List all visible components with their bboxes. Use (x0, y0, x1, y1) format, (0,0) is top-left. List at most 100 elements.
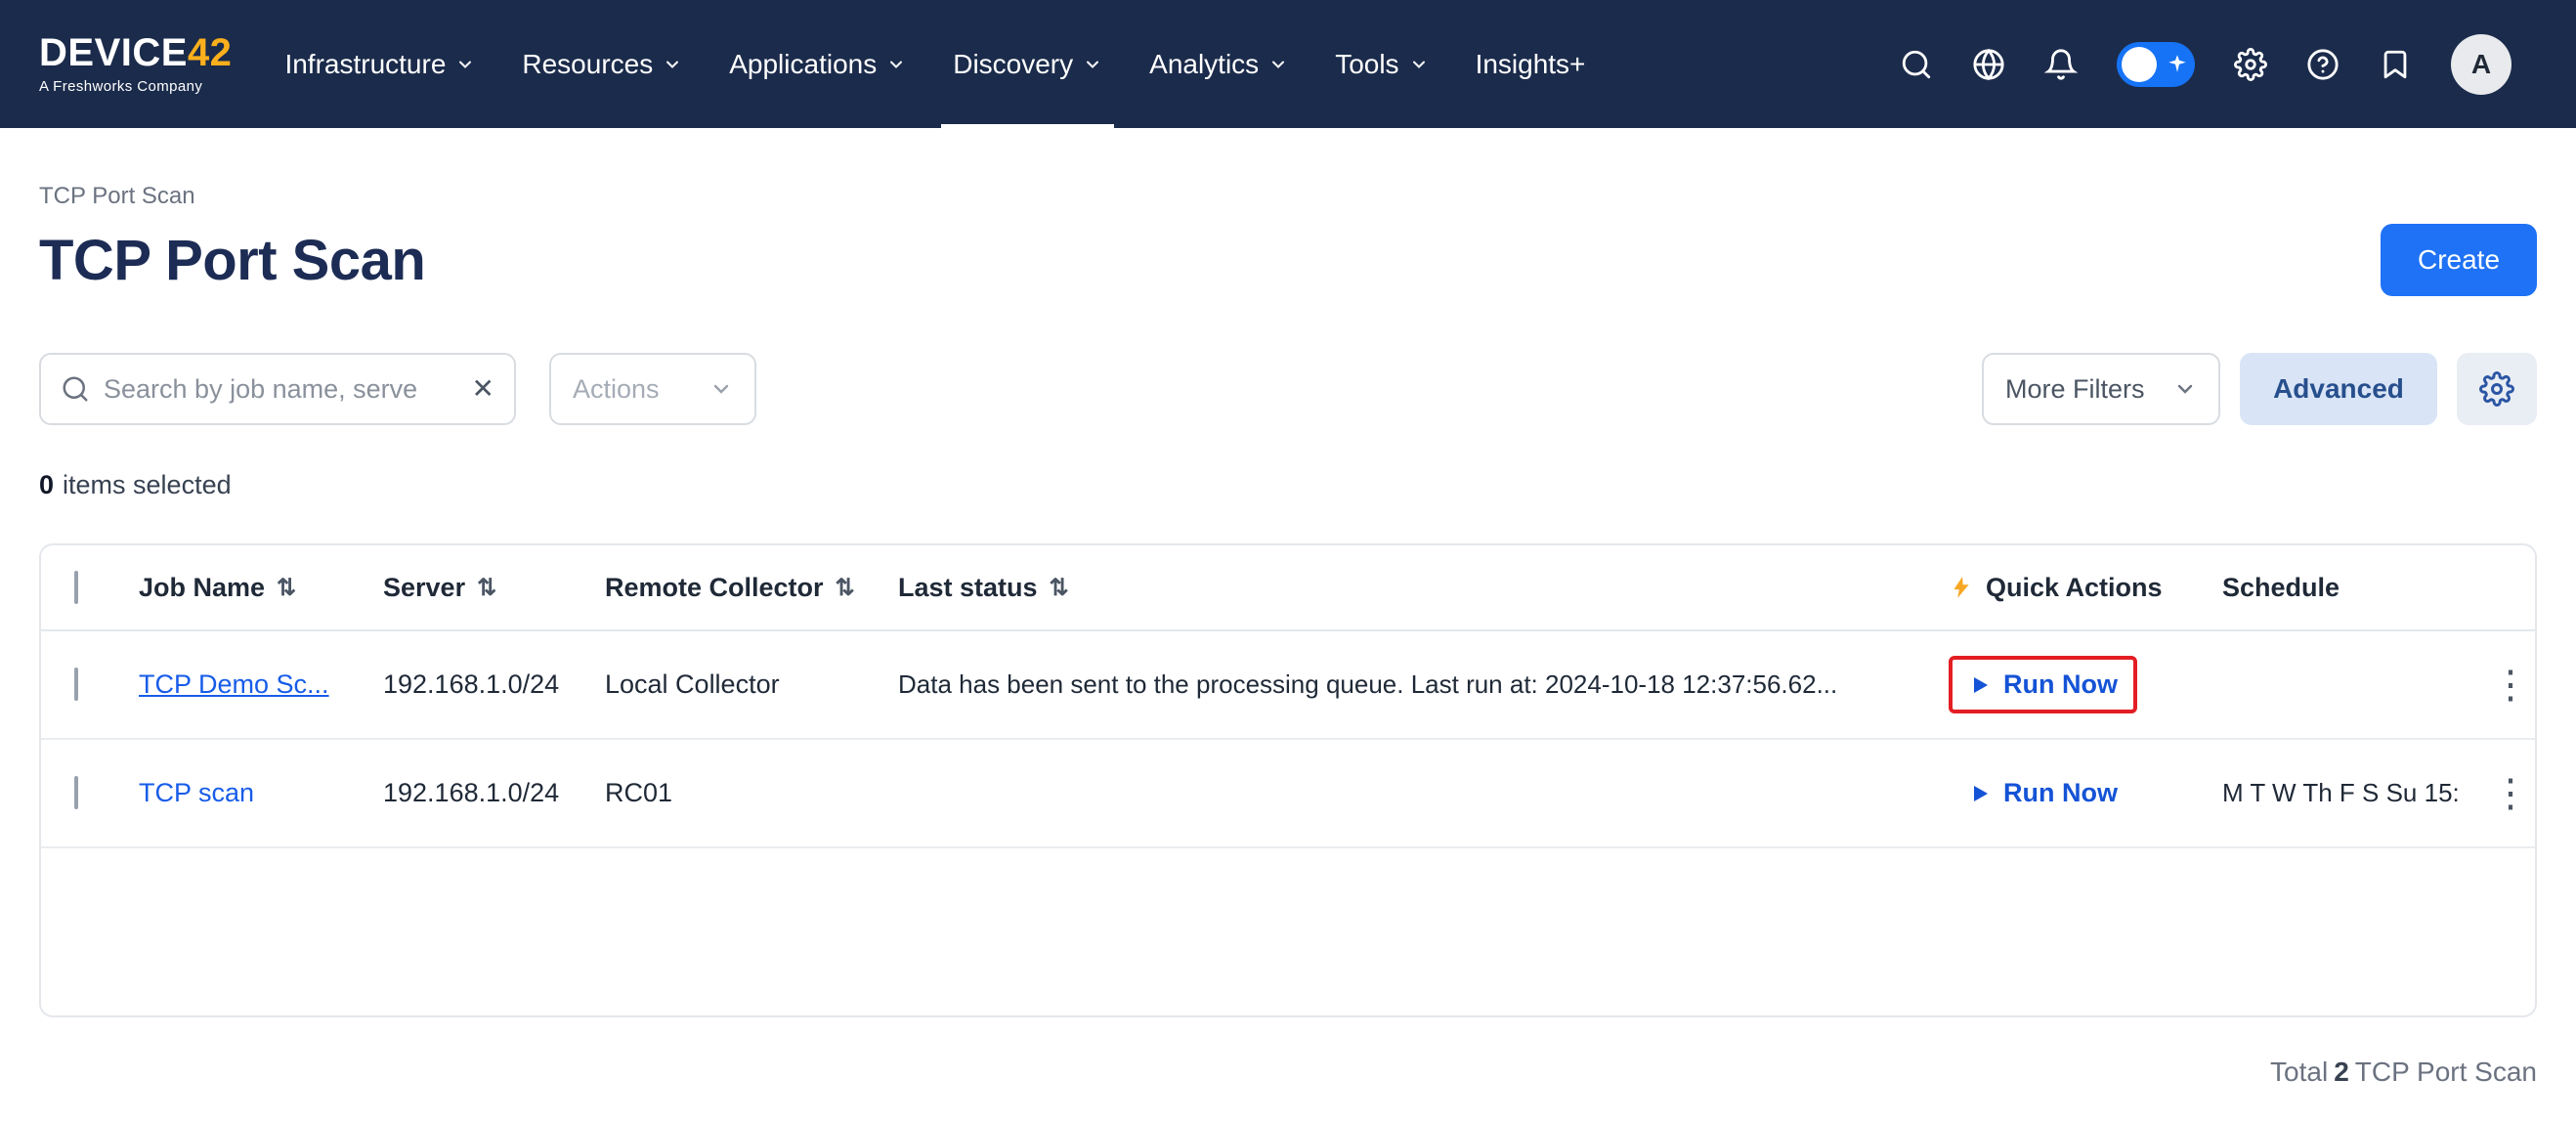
more-filters-dropdown[interactable]: More Filters (1982, 353, 2220, 425)
row-checkbox[interactable] (74, 668, 78, 701)
nav-item-resources[interactable]: Resources (498, 0, 706, 128)
header-cell-checkbox (41, 573, 139, 603)
sort-icon[interactable]: ⇅ (277, 574, 296, 602)
job-name-link[interactable]: TCP Demo Sc... (139, 669, 329, 699)
row-cell-checkbox (41, 778, 139, 808)
table-settings-button[interactable] (2457, 353, 2537, 425)
row-cell-server: 192.168.1.0/24 (383, 778, 605, 808)
navbar-icons: A (1900, 0, 2512, 128)
column-label: Server (383, 573, 465, 603)
column-label: Schedule (2222, 573, 2340, 603)
header-cell-server[interactable]: Server ⇅ (383, 573, 605, 603)
row-cell-quick-actions: Run Now (1949, 764, 2222, 822)
chevron-down-icon (663, 55, 682, 74)
sort-icon[interactable]: ⇅ (836, 574, 855, 602)
search-input[interactable] (104, 374, 458, 405)
play-icon (1968, 673, 1992, 697)
sort-icon[interactable]: ⇅ (1050, 574, 1069, 602)
page-header: TCP Port Scan Create (39, 224, 2537, 296)
lightning-icon (1949, 575, 1974, 600)
nav-item-label: Infrastructure (284, 49, 446, 80)
table-row: TCP scan 192.168.1.0/24 RC01 Run Now M T… (41, 740, 2535, 848)
nav-item-label: Tools (1335, 49, 1398, 80)
highlight-box: Run Now (1949, 656, 2137, 713)
bell-icon[interactable] (2044, 48, 2078, 81)
run-now-button[interactable]: Run Now (1968, 778, 2118, 808)
help-icon[interactable] (2306, 48, 2340, 81)
total-count: 2 (2334, 1057, 2349, 1087)
chevron-down-icon (455, 55, 475, 74)
nav-item-applications[interactable]: Applications (706, 0, 929, 128)
row-cell-checkbox (41, 669, 139, 700)
row-cell-remote-collector: Local Collector (605, 669, 898, 700)
chevron-down-icon (1409, 55, 1429, 74)
toggle-knob (2122, 47, 2157, 82)
clear-search-icon[interactable]: ✕ (472, 375, 494, 403)
select-all-checkbox[interactable] (74, 571, 78, 604)
brand-name-text: DEVICE (39, 31, 188, 74)
table-total: Total2TCP Port Scan (39, 1057, 2537, 1088)
advanced-button[interactable]: Advanced (2240, 353, 2437, 425)
job-name-link[interactable]: TCP scan (139, 778, 254, 807)
bookmark-icon[interactable] (2379, 48, 2412, 81)
chevron-down-icon (1083, 55, 1102, 74)
nav-item-label: Insights+ (1476, 49, 1586, 80)
nav-item-discovery[interactable]: Discovery (929, 0, 1126, 128)
column-label: Last status (898, 573, 1038, 603)
nav-item-label: Resources (522, 49, 653, 80)
create-button[interactable]: Create (2381, 224, 2537, 296)
brand-logo[interactable]: DEVICE42 A Freshworks Company (39, 33, 232, 95)
selected-suffix: items selected (63, 470, 232, 499)
chevron-down-icon (1268, 55, 1288, 74)
row-checkbox[interactable] (74, 776, 78, 809)
run-now-button[interactable]: Run Now (1968, 669, 2118, 700)
row-cell-job-name: TCP scan (139, 778, 383, 808)
search-icon[interactable] (1900, 48, 1933, 81)
sun-icon (2168, 54, 2187, 73)
nav-item-infrastructure[interactable]: Infrastructure (261, 0, 498, 128)
header-cell-remote-collector[interactable]: Remote Collector ⇅ (605, 573, 898, 603)
row-cell-schedule: M T W Th F S Su 15: (2222, 778, 2486, 808)
main-content: TCP Port Scan TCP Port Scan Create ✕ Act… (0, 183, 2576, 1088)
nav-item-label: Analytics (1149, 49, 1259, 80)
nav-item-analytics[interactable]: Analytics (1126, 0, 1311, 128)
nav-item-insights[interactable]: Insights+ (1452, 0, 1610, 128)
theme-toggle[interactable] (2117, 42, 2195, 87)
row-cell-last-status: Data has been sent to the processing que… (898, 669, 1949, 700)
globe-icon[interactable] (1972, 48, 2005, 81)
nav-item-tools[interactable]: Tools (1311, 0, 1451, 128)
avatar[interactable]: A (2451, 34, 2512, 95)
column-label: Job Name (139, 573, 265, 603)
nav-item-label: Applications (729, 49, 877, 80)
jobs-table: Job Name ⇅ Server ⇅ Remote Collector ⇅ L… (39, 543, 2537, 1017)
toolbar: ✕ Actions More Filters Advanced (39, 353, 2537, 425)
total-suffix: TCP Port Scan (2355, 1057, 2537, 1087)
brand-tagline: A Freshworks Company (39, 78, 232, 95)
sort-icon[interactable]: ⇅ (477, 574, 496, 602)
actions-dropdown-label: Actions (573, 374, 660, 405)
column-label: Quick Actions (1986, 573, 2163, 603)
column-label: Remote Collector (605, 573, 824, 603)
top-navbar: DEVICE42 A Freshworks Company Infrastruc… (0, 0, 2576, 128)
run-now-label: Run Now (2003, 778, 2118, 808)
main-nav: Infrastructure Resources Applications Di… (261, 0, 1609, 128)
page-title: TCP Port Scan (39, 228, 425, 293)
selected-count: 0 (39, 470, 54, 499)
row-cell-server: 192.168.1.0/24 (383, 669, 605, 700)
actions-dropdown[interactable]: Actions (549, 353, 756, 425)
chevron-down-icon (709, 377, 733, 401)
brand-accent-text: 42 (188, 31, 233, 74)
header-cell-schedule: Schedule (2222, 573, 2486, 603)
header-cell-job-name[interactable]: Job Name ⇅ (139, 573, 383, 603)
run-now-wrapper: Run Now (1949, 764, 2137, 822)
kebab-menu-icon[interactable]: ⋮ (2486, 774, 2535, 813)
gear-icon (2479, 371, 2514, 407)
total-label: Total (2270, 1057, 2328, 1087)
search-icon (61, 374, 90, 404)
breadcrumb[interactable]: TCP Port Scan (39, 183, 2537, 210)
header-cell-last-status[interactable]: Last status ⇅ (898, 573, 1949, 603)
run-now-label: Run Now (2003, 669, 2118, 700)
search-box[interactable]: ✕ (39, 353, 516, 425)
kebab-menu-icon[interactable]: ⋮ (2486, 666, 2535, 705)
gear-icon[interactable] (2234, 48, 2267, 81)
